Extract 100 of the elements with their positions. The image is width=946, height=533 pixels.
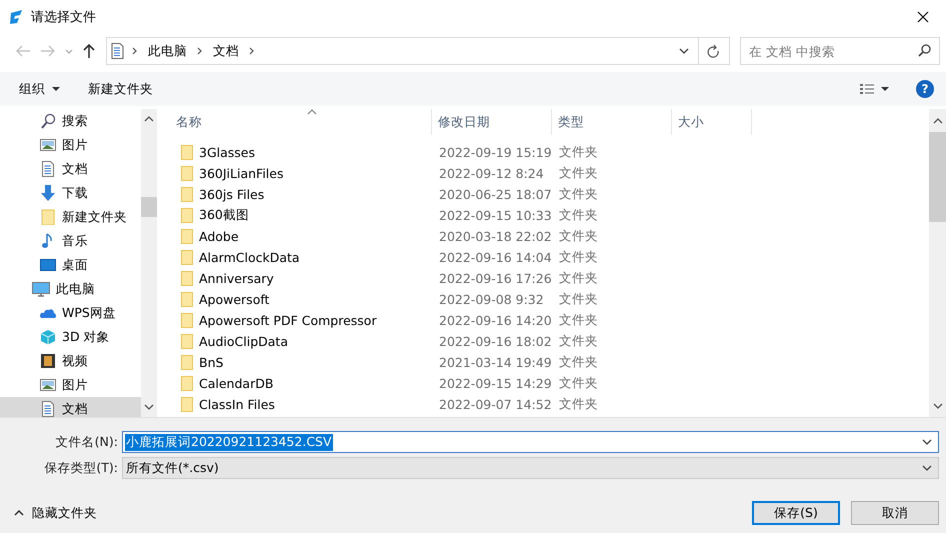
search-icon: [40, 113, 56, 129]
file-name[interactable]: Anniversary: [170, 271, 432, 286]
folder-icon: [181, 355, 193, 370]
folder-icon: [181, 334, 193, 349]
chevron-down-icon: [678, 48, 689, 54]
field-label: 文件名(N):: [54, 434, 119, 450]
chevron-up-icon: [14, 510, 24, 516]
folder-icon: [181, 208, 193, 223]
file-type: 文件夹: [558, 228, 599, 245]
sidebar-item[interactable]: 新建文件夹: [0, 205, 141, 229]
new-folder-button[interactable]: 新建文件夹: [81, 76, 160, 102]
file-type-dropdown[interactable]: 所有文件(*.csv): [122, 457, 939, 479]
sidebar-item[interactable]: 音乐: [0, 229, 141, 253]
refresh-button[interactable]: [698, 37, 730, 65]
file-type: 文件夹: [558, 375, 599, 392]
file-type: 文件夹: [558, 291, 599, 308]
sidebar-item[interactable]: 下载: [0, 181, 141, 205]
file-name[interactable]: 360截图: [170, 207, 432, 224]
file-name[interactable]: 360js Files: [170, 187, 432, 202]
save-button[interactable]: 保存(S): [752, 501, 840, 525]
sidebar-item[interactable]: 文档: [0, 157, 141, 181]
modified-date: 2022-09-08 9:32: [438, 292, 545, 307]
scrollbar-thumb[interactable]: [929, 132, 946, 222]
file-name[interactable]: Apowersoft: [170, 292, 432, 307]
file-name[interactable]: AudioClipData: [170, 334, 432, 349]
hide-folders-button[interactable]: 隐藏文件夹: [0, 504, 97, 522]
file-name[interactable]: BnS: [170, 355, 432, 370]
arrow-up-icon: [82, 43, 96, 59]
cancel-button[interactable]: 取消: [851, 501, 939, 525]
close-icon: [917, 11, 929, 23]
sort-indicator-icon: [307, 109, 317, 115]
folder-icon: [181, 292, 193, 307]
scroll-up-icon: [144, 116, 154, 122]
picture-icon: [40, 377, 56, 393]
arrow-down-icon: [40, 185, 56, 201]
sidebar-item[interactable]: 搜索: [0, 109, 141, 133]
file-name[interactable]: Adobe: [170, 229, 432, 244]
address-bar[interactable]: 此电脑 文档: [106, 37, 699, 65]
sidebar-item[interactable]: 此电脑: [0, 277, 141, 301]
modified-date: 2020-03-18 22:02: [438, 229, 552, 244]
file-name[interactable]: CalendarDB: [170, 376, 432, 391]
file-name[interactable]: AlarmClockData: [170, 250, 432, 265]
sidebar-item[interactable]: 桌面: [0, 253, 141, 277]
column-header[interactable]: 修改日期: [432, 109, 552, 135]
folder-icon: [181, 376, 193, 391]
search-field[interactable]: 在 文档 中搜索: [740, 37, 940, 65]
file-type: 文件夹: [558, 249, 599, 266]
sidebar-item[interactable]: 文档: [0, 397, 141, 417]
sidebar-item[interactable]: WPS网盘: [0, 301, 141, 325]
file-name[interactable]: Apowersoft PDF Compressor: [170, 313, 432, 328]
modified-date: 2022-09-16 18:02: [438, 334, 552, 349]
scrollbar-thumb[interactable]: [141, 197, 157, 217]
file-type: 文件夹: [558, 354, 599, 371]
column-header[interactable]: 名称: [170, 109, 432, 135]
file-type: 文件夹: [558, 186, 599, 203]
sidebar-item[interactable]: 图片: [0, 373, 141, 397]
folder-icon: [181, 166, 193, 181]
modified-date: 2022-09-15 10:33: [438, 208, 552, 223]
folder-icon: [40, 209, 56, 225]
column-header[interactable]: 类型: [552, 109, 672, 135]
modified-date: 2020-06-25 18:07: [438, 187, 552, 202]
folder-icon: [181, 397, 193, 412]
chevron-down-icon: [922, 465, 932, 471]
scrollbar[interactable]: [929, 109, 946, 417]
arrow-left-icon: [14, 44, 31, 58]
modified-date: 2022-09-15 14:29: [438, 376, 552, 391]
field-label: 保存类型(T):: [43, 460, 119, 476]
chevron-right-icon: [249, 47, 256, 55]
organize-button[interactable]: 组织: [12, 76, 67, 102]
file-name[interactable]: ClassIn Files: [170, 397, 432, 412]
file-type: 文件夹: [558, 396, 599, 413]
modified-date: 2022-09-19 15:19: [438, 145, 552, 160]
folder-icon: [181, 313, 193, 328]
caret-down-icon: [881, 87, 889, 91]
file-type: 文件夹: [558, 312, 599, 329]
caret-down-icon: [52, 87, 60, 91]
document-icon: [111, 43, 124, 59]
sidebar-item[interactable]: 图片: [0, 133, 141, 157]
breadcrumb[interactable]: 此电脑: [146, 42, 190, 60]
file-name-field[interactable]: 小鹿拓展词20220921123452.CSV: [122, 431, 939, 453]
file-name[interactable]: 360JiLianFiles: [170, 166, 432, 181]
refresh-icon: [707, 44, 720, 58]
chevron-right-icon: [132, 47, 138, 55]
folder-icon: [181, 250, 193, 265]
help-button[interactable]: ?: [916, 80, 934, 98]
sidebar-item[interactable]: 3D 对象: [0, 325, 141, 349]
folder-icon: [181, 229, 193, 244]
modified-date: 2022-09-07 14:52: [438, 397, 552, 412]
breadcrumb[interactable]: 文档: [211, 42, 242, 60]
search-icon: [918, 44, 932, 57]
file-name[interactable]: 3Glasses: [170, 145, 432, 160]
folder-icon: [181, 187, 193, 202]
modified-date: 2022-09-16 17:26: [438, 271, 552, 286]
modified-date: 2022-09-12 8:24: [438, 166, 545, 181]
sidebar-item[interactable]: 视频: [0, 349, 141, 373]
folder-icon: [181, 271, 193, 286]
file-type: 文件夹: [558, 270, 599, 287]
arrow-right-icon: [40, 44, 56, 58]
column-header[interactable]: 大小: [672, 109, 752, 135]
scrollbar[interactable]: [141, 109, 157, 417]
